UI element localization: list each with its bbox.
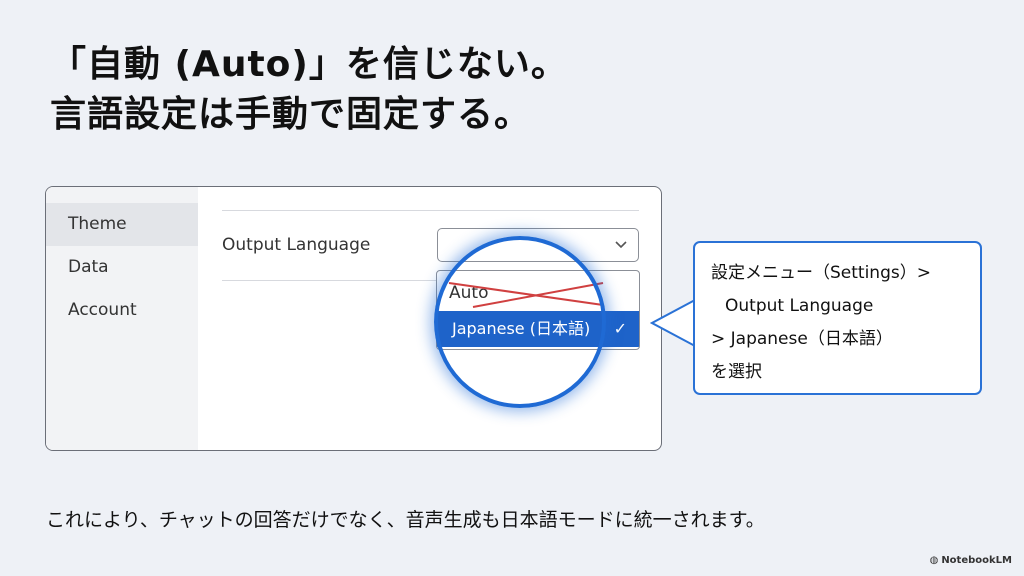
sidebar-item-account[interactable]: Account: [46, 289, 198, 332]
sidebar-item-theme[interactable]: Theme: [46, 203, 198, 246]
callout-line-2: Output Language: [725, 296, 874, 316]
title-line-2: 言語設定は手動で固定する。: [50, 94, 532, 135]
divider-mid: [222, 280, 436, 281]
language-dropdown: Auto Japanese (日本語) ✓: [436, 270, 640, 350]
sidebar-item-data[interactable]: Data: [46, 246, 198, 289]
instruction-callout: 設定メニュー（Settings）> Output Language > Japa…: [693, 241, 982, 395]
check-icon: ✓: [613, 319, 627, 338]
notebooklm-logo-icon: ◍: [929, 555, 939, 566]
callout-line-4: を選択: [711, 362, 762, 382]
output-language-label: Output Language: [222, 235, 371, 255]
chevron-down-icon: [614, 233, 628, 259]
brand-label: NotebookLM: [941, 555, 1012, 566]
footer-note: これにより、チャットの回答だけでなく、音声生成も日本語モードに統一されます。: [46, 509, 765, 531]
callout-line-3: > Japanese（日本語）: [711, 329, 893, 349]
option-japanese[interactable]: Japanese (日本語) ✓: [437, 311, 639, 347]
divider-top: [222, 210, 639, 211]
settings-sidebar: Theme Data Account: [46, 187, 198, 450]
settings-window: Theme Data Account Output Language Auto …: [45, 186, 662, 451]
callout-line-1: 設定メニュー（Settings）>: [711, 263, 931, 283]
callout-pointer: [650, 298, 696, 348]
title-line-1: 「自動 (Auto)」を信じない。: [50, 44, 568, 85]
brand-watermark: ◍ NotebookLM: [930, 555, 1012, 566]
output-language-select[interactable]: [437, 228, 639, 262]
option-japanese-label: Japanese (日本語): [452, 319, 591, 338]
strike-cross-icon: [448, 282, 604, 308]
slide-title: 「自動 (Auto)」を信じない。 言語設定は手動で固定する。: [50, 40, 568, 140]
